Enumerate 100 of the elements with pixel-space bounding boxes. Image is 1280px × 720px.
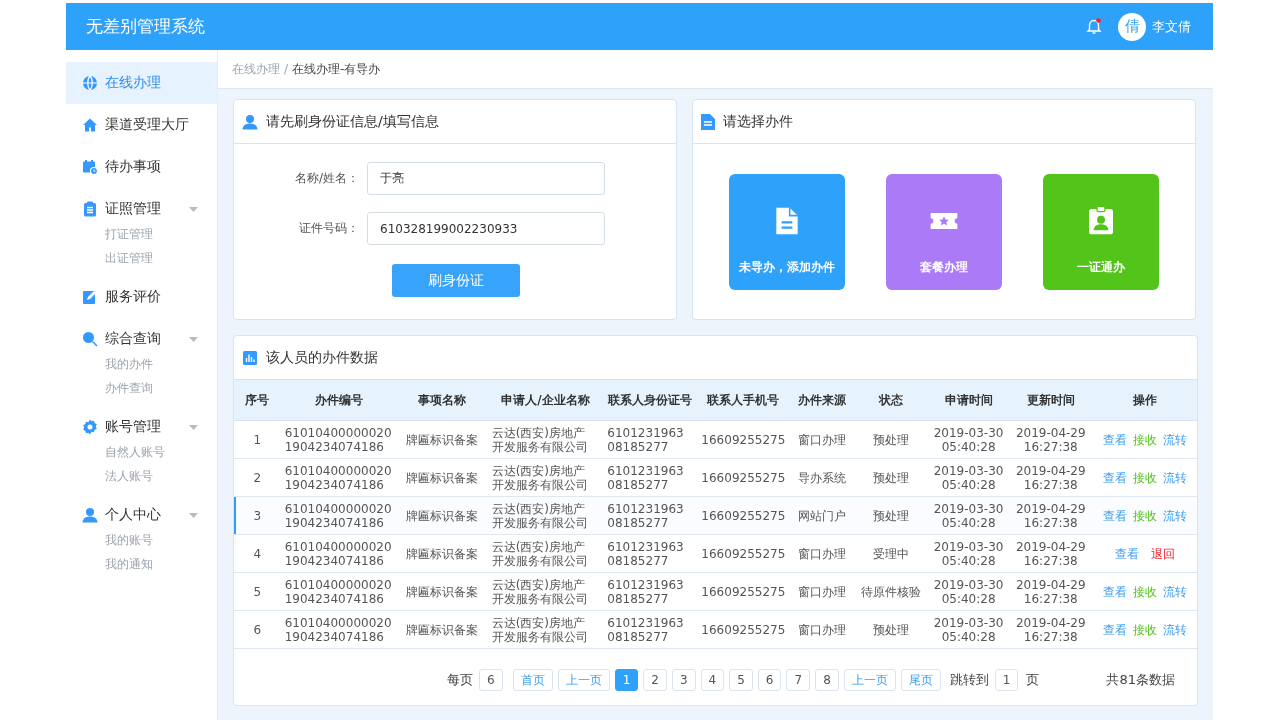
table-cell: 2019-03-30 05:40:28 <box>928 496 1010 535</box>
view-link[interactable]: 查看 <box>1114 546 1139 561</box>
return-link[interactable]: 退回 <box>1150 546 1175 561</box>
page-button[interactable]: 7 <box>786 669 811 691</box>
table-cell: 6101231963 08185277 <box>603 496 697 535</box>
view-link[interactable]: 查看 <box>1102 508 1127 523</box>
transfer-link[interactable]: 流转 <box>1162 508 1187 523</box>
jump-to-label: 跳转到 <box>949 671 989 689</box>
input-field[interactable]: 于亮 <box>367 162 605 195</box>
table-cell: 61010400000020 1904234074186 <box>280 572 397 611</box>
table-cell: 16609255275 <box>696 496 790 535</box>
sidebar-subitem[interactable]: 我的通知 <box>66 552 217 576</box>
accept-link[interactable]: 接收 <box>1132 470 1157 485</box>
view-link[interactable]: 查看 <box>1102 470 1127 485</box>
user-icon <box>82 507 98 523</box>
table-row[interactable]: 2 61010400000020 1904234074186 牌匾标识备案 云达(西安)房地产开发服务有限公司 6101231963 08185277 16609255275 导办系统 预处理 2019-03-30 05:40:28 2019-04-29 16:27:38 查看 接收 流转 <box>234 458 1197 497</box>
table-cell: 网站门户 <box>790 496 855 535</box>
total-count: 共81条数据 <box>1106 671 1175 689</box>
sidebar-subitem[interactable]: 出证管理 <box>66 246 217 270</box>
table-row[interactable]: 6 61010400000020 1904234074186 牌匾标识备案 云达(西安)房地产开发服务有限公司 6101231963 08185277 16609255275 窗口办理 预处理 2019-03-30 05:40:28 2019-04-29 16:27:38 查看 接收 流转 <box>234 610 1197 649</box>
accept-link[interactable]: 接收 <box>1132 432 1157 447</box>
accept-link[interactable]: 接收 <box>1132 508 1157 523</box>
table-cell: 受理中 <box>854 534 928 573</box>
caret-down-icon <box>189 336 198 342</box>
table-cell-text: 云达(西安)房地产开发服务有限公司 <box>491 463 589 492</box>
table-cell: 16609255275 <box>696 610 790 649</box>
table-cell: 窗口办理 <box>790 610 855 649</box>
transfer-link[interactable]: 流转 <box>1162 432 1187 447</box>
input-field[interactable]: 610328199002230933 <box>367 212 605 245</box>
bar-chart-icon <box>242 349 258 366</box>
page-button[interactable]: 6 <box>757 669 782 691</box>
table-cell: 3 <box>234 496 281 535</box>
sidebar-item[interactable]: 服务评价 <box>66 276 217 318</box>
first-page-button[interactable]: 首页 <box>512 669 553 691</box>
sidebar-subitem[interactable]: 我的办件 <box>66 352 217 376</box>
breadcrumb-link[interactable]: 在线办理 <box>232 60 280 78</box>
table-cell: 16609255275 <box>696 534 790 573</box>
page-button[interactable]: 3 <box>671 669 696 691</box>
column-header: 办件来源 <box>790 380 855 421</box>
page-unit-label: 页 <box>1026 671 1040 689</box>
next-page-button[interactable]: 上一页 <box>843 669 896 691</box>
table-cell: 6101231963 08185277 <box>603 610 697 649</box>
sidebar-subitem[interactable]: 我的账号 <box>66 528 217 552</box>
edit-icon <box>82 289 98 305</box>
table-cell: 2019-04-29 16:27:38 <box>1009 534 1093 573</box>
option-tile[interactable]: 套餐办理 <box>886 174 1002 290</box>
transfer-link[interactable]: 流转 <box>1162 622 1187 637</box>
sidebar-subitem[interactable]: 办件查询 <box>66 376 217 400</box>
table-cell: 牌匾标识备案 <box>396 496 488 535</box>
table-cell: 牌匾标识备案 <box>396 572 488 611</box>
page-button[interactable]: 8 <box>815 669 839 691</box>
user-avatar[interactable]: 倩 <box>1118 12 1146 41</box>
sidebar-subitem[interactable]: 打证管理 <box>66 222 217 246</box>
previous-page-button[interactable]: 上一页 <box>557 669 610 691</box>
sidebar-item[interactable]: 待办事项 <box>66 146 217 188</box>
table-cell: 2 <box>234 458 281 497</box>
table-cell: 待原件核验 <box>854 572 928 611</box>
option-tile[interactable]: 未导办，添加办件 <box>729 174 845 290</box>
table-cell: 2019-03-30 05:40:28 <box>928 610 1010 649</box>
swipe-id-button[interactable]: 刷身份证 <box>392 264 520 297</box>
page-button[interactable]: 5 <box>729 669 753 691</box>
column-header: 联系人手机号 <box>696 380 790 421</box>
column-header: 更新时间 <box>1009 380 1093 421</box>
sidebar-item[interactable]: 渠道受理大厅 <box>66 104 217 146</box>
sidebar-item[interactable]: 在线办理 <box>66 62 217 104</box>
sidebar-subitem[interactable]: 法人账号 <box>66 464 217 488</box>
table-cell: 2019-04-29 16:27:38 <box>1009 420 1093 459</box>
view-link[interactable]: 查看 <box>1102 622 1127 637</box>
jump-page-field[interactable]: 1 <box>994 669 1019 691</box>
last-page-button[interactable]: 尾页 <box>900 669 941 691</box>
transfer-link[interactable]: 流转 <box>1162 470 1187 485</box>
option-tile[interactable]: 一证通办 <box>1043 174 1159 290</box>
view-link[interactable]: 查看 <box>1102 432 1127 447</box>
table-row[interactable]: 1 61010400000020 1904234074186 牌匾标识备案 云达(西安)房地产开发服务有限公司 6101231963 08185277 16609255275 窗口办理 预处理 2019-03-30 05:40:28 2019-04-29 16:27:38 查看 接收 流转 <box>234 420 1197 459</box>
search-icon <box>82 331 98 347</box>
view-link[interactable]: 查看 <box>1102 584 1127 599</box>
column-header: 申请人/企业名称 <box>487 380 604 421</box>
sidebar-subitem[interactable]: 自然人账号 <box>66 440 217 464</box>
table-row[interactable]: 3 61010400000020 1904234074186 牌匾标识备案 云达(西安)房地产开发服务有限公司 6101231963 08185277 16609255275 网站门户 预处理 2019-03-30 05:40:28 2019-04-29 16:27:38 查看 接收 流转 <box>234 496 1197 535</box>
page-button[interactable]: 1 <box>614 669 639 691</box>
transfer-link[interactable]: 流转 <box>1162 584 1187 599</box>
per-page-field[interactable]: 6 <box>479 669 503 691</box>
accept-link[interactable]: 接收 <box>1132 584 1157 599</box>
table-cell: 6101231963 08185277 <box>603 572 697 611</box>
table-cell: 6101231963 08185277 <box>603 458 697 497</box>
home-icon <box>82 117 98 133</box>
clipboard-icon <box>82 201 98 217</box>
user-name[interactable]: 李文倩 <box>1152 17 1191 36</box>
table-cell: 牌匾标识备案 <box>396 610 488 649</box>
breadcrumb-separator: / <box>284 62 289 76</box>
table-row[interactable]: 4 61010400000020 1904234074186 牌匾标识备案 云达(西安)房地产开发服务有限公司 6101231963 08185277 16609255275 窗口办理 受理中 2019-03-30 05:40:28 2019-04-29 16:27:38 查看 退回 <box>234 534 1197 573</box>
page-button[interactable]: 4 <box>700 669 725 691</box>
bell-icon[interactable] <box>1086 17 1102 36</box>
page-button[interactable]: 2 <box>643 669 667 691</box>
accept-link[interactable]: 接收 <box>1132 622 1157 637</box>
column-header: 申请时间 <box>928 380 1010 421</box>
table-row[interactable]: 5 61010400000020 1904234074186 牌匾标识备案 云达(西安)房地产开发服务有限公司 6101231963 08185277 16609255275 窗口办理 待原件核验 2019-03-30 05:40:28 2019-04-29 16:27:38 查看 接收 流转 <box>234 572 1197 611</box>
caret-down-icon <box>189 424 198 430</box>
table-cell: 预处理 <box>854 610 928 649</box>
panel-title: 该人员的办件数据 <box>266 348 378 367</box>
